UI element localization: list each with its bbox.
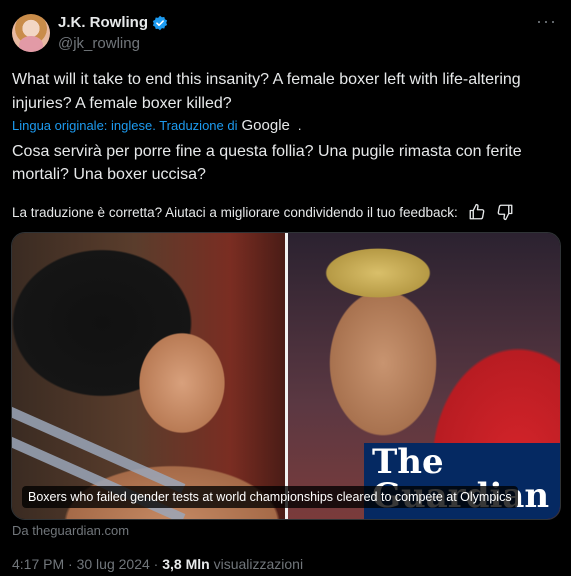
more-options-icon[interactable]: ··· [536, 12, 557, 30]
card-image-right: The Guardian [288, 233, 560, 519]
views-label: visualizzazioni [213, 556, 304, 572]
tweet-meta: 4:17 PM · 30 lug 2024 · 3,8 Mln visualiz… [12, 556, 303, 572]
link-card[interactable]: The Guardian Boxers who failed gender te… [11, 232, 561, 520]
translation-meta-text: Lingua originale: inglese. Traduzione di [12, 118, 238, 133]
thumbs-up-icon[interactable] [468, 203, 486, 221]
card-image-left [12, 233, 285, 519]
card-source[interactable]: Da theguardian.com [12, 523, 129, 538]
translation-dot: . [297, 118, 302, 133]
verified-badge-icon [152, 15, 168, 30]
tweet: J.K. Rowling @jk_rowling ··· What will i… [0, 0, 571, 576]
card-caption: Boxers who failed gender tests at world … [22, 486, 518, 508]
google-logo: Google [241, 117, 290, 134]
meta-separator: · [68, 556, 73, 572]
views-count: 3,8 Mln [162, 556, 210, 572]
author-name-row: J.K. Rowling [58, 14, 168, 31]
thumbs-down-icon[interactable] [496, 203, 514, 221]
translation-attribution[interactable]: Lingua originale: inglese. Traduzione di… [12, 117, 302, 134]
translated-tweet-text: Cosa servirà per porre fine a questa fol… [12, 143, 522, 183]
tweet-date[interactable]: 30 lug 2024 [77, 556, 150, 572]
translation-feedback: La traduzione è corretta? Aiutaci a migl… [12, 203, 514, 221]
author-handle[interactable]: @jk_rowling [58, 35, 140, 52]
author-display-name[interactable]: J.K. Rowling [58, 14, 148, 31]
tweet-text: What will it take to end this insanity? … [12, 71, 521, 112]
tweet-time[interactable]: 4:17 PM [12, 556, 64, 572]
avatar[interactable] [12, 14, 50, 52]
meta-separator: · [153, 556, 159, 572]
feedback-prompt: La traduzione è corretta? Aiutaci a migl… [12, 204, 458, 220]
